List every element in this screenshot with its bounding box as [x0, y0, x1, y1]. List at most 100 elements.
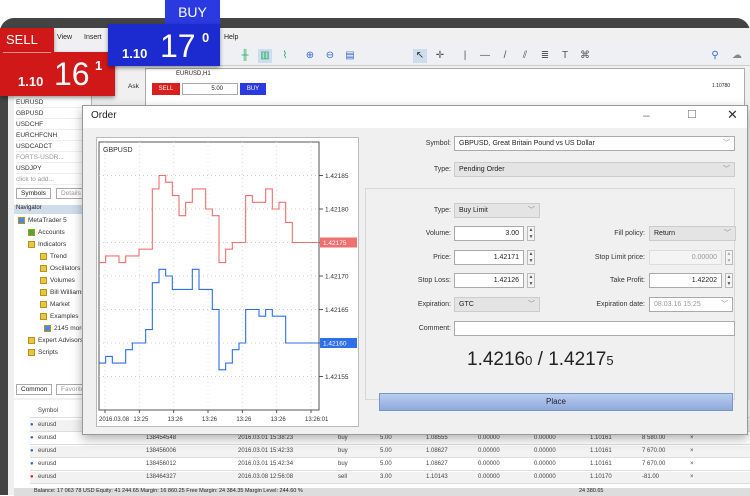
place-button[interactable]: Place	[379, 393, 733, 411]
nav-label: Oscillators	[50, 265, 81, 273]
table-cell: 2016.03.01 15:38:23	[238, 435, 294, 441]
table-cell: 5.00	[380, 448, 392, 454]
one-click-buy-button[interactable]: BUY	[240, 83, 266, 95]
expiration-date-picker[interactable]: 08.03.16 15:25 ﹀	[649, 297, 733, 312]
symbol-row[interactable]: USDCADCT	[16, 141, 90, 152]
nav-scripts[interactable]: Scripts	[28, 349, 58, 356]
zoom-out-icon[interactable]: ⊖	[323, 49, 337, 63]
one-click-sell-button[interactable]: SELL	[152, 83, 180, 95]
nav-label: Market	[50, 301, 70, 309]
chevron-down-icon: ﹀	[721, 301, 728, 308]
sell-body[interactable]: 1.10 16 1	[0, 52, 115, 96]
symbol-row[interactable]: USDCHF	[16, 119, 90, 130]
bar-chart-icon[interactable]: ╫	[238, 49, 252, 63]
dialog-titlebar: Order – ☐ ✕	[83, 106, 747, 128]
tick-chart: GBPUSD 1.42155 1.42160 1.42165 1.42170 1.4217…	[96, 137, 359, 427]
one-click-buy-panel[interactable]: 1.10 17 0	[108, 24, 220, 66]
horizontal-line-icon[interactable]: —	[478, 49, 492, 63]
tab-common[interactable]: Common	[16, 384, 53, 395]
symbol-row[interactable]: EURCHFCNH	[16, 130, 90, 141]
nav-volumes[interactable]: Volumes	[40, 277, 75, 284]
table-row[interactable]: ● eurusd 138464327 2016.03.08 12:56:08 sell 3…	[30, 472, 750, 484]
background-chart[interactable]: EURUSD,H1 SELL 5.00 BUY 1.10780	[145, 68, 745, 108]
vertical-line-icon[interactable]: |	[458, 49, 472, 63]
nav-indicators[interactable]: Indicators	[28, 241, 66, 248]
chat-icon[interactable]: ☁	[730, 49, 744, 63]
nav-expert-advisors[interactable]: Expert Advisors	[28, 337, 83, 344]
close-position-icon[interactable]: ×	[690, 461, 694, 467]
add-symbol[interactable]: click to add...	[16, 174, 90, 185]
price-stepper[interactable]: ▲ ▼	[527, 250, 535, 265]
crosshair-icon[interactable]: ✛	[433, 49, 447, 63]
table-cell: eurusd	[38, 448, 57, 454]
table-row[interactable]: ● eurusd 138456006 2016.03.01 15:42:33 buy 5.…	[30, 446, 750, 458]
table-cell: 1.10161	[590, 435, 612, 441]
sell-header[interactable]: SELL	[0, 28, 54, 53]
nav-trend[interactable]: Trend	[40, 253, 67, 260]
nav-accounts[interactable]: Accounts	[28, 229, 65, 236]
x-tick-label: 13:26:01	[305, 417, 329, 423]
price-input[interactable]: 1.42171	[454, 250, 524, 265]
nav-oscillators[interactable]: Oscillators	[40, 265, 80, 272]
nav-market[interactable]: Market	[40, 301, 70, 308]
close-position-icon[interactable]: ×	[690, 448, 694, 454]
column-symbol[interactable]: Symbol	[38, 408, 58, 414]
stop-limit-input[interactable]: 0.00000	[649, 250, 722, 265]
order-type-label: Type:	[433, 207, 451, 214]
take-profit-stepper[interactable]: ▲ ▼	[725, 273, 733, 288]
table-cell: 0.00000	[534, 435, 556, 441]
tile-icon[interactable]: ▤	[343, 49, 357, 63]
minimize-icon[interactable]: –	[643, 108, 650, 122]
total-profit: 24 380.65	[579, 488, 604, 494]
maximize-icon[interactable]: ☐	[687, 108, 697, 121]
table-row[interactable]: ● eurusd 138456012 2016.03.01 15:42:34 buy 5.…	[30, 459, 750, 471]
table-cell: 1.10161	[590, 448, 612, 454]
take-profit-input[interactable]: 1.42202	[649, 273, 722, 288]
zoom-in-icon[interactable]: ⊕	[303, 49, 317, 63]
one-click-sell-panel[interactable]: SELL 1.10 16 1	[0, 28, 115, 96]
close-icon[interactable]: ✕	[727, 107, 738, 123]
nav-label: Indicators	[38, 241, 67, 249]
symbol-row[interactable]: USDJPY	[16, 163, 90, 174]
price-separator: /	[532, 349, 549, 370]
nav-examples[interactable]: Examples	[40, 313, 79, 320]
fill-policy-select[interactable]: Return ﹀	[649, 226, 736, 241]
table-cell: 138454548	[146, 435, 177, 441]
volume-input[interactable]: 3.00	[454, 226, 524, 241]
search-icon[interactable]: ⚲	[708, 49, 722, 63]
stop-limit-stepper[interactable]: ▲ ▼	[725, 250, 733, 265]
stop-loss-input[interactable]: 1.42126	[454, 273, 524, 288]
cursor-icon[interactable]: ↖	[413, 49, 427, 63]
nav-bill-williams[interactable]: Bill Williams	[40, 289, 85, 296]
nav-metatrader[interactable]: MetaTrader 5	[18, 217, 67, 224]
volume-stepper[interactable]: ▲ ▼	[527, 226, 535, 241]
trendline-icon[interactable]: /	[498, 49, 512, 63]
stop-loss-stepper[interactable]: ▲ ▼	[527, 273, 535, 288]
y-tick-label: 1.42185	[325, 173, 349, 180]
close-position-icon[interactable]: ×	[690, 474, 694, 480]
order-type-select[interactable]: Buy Limit ﹀	[454, 203, 540, 218]
fibonacci-icon[interactable]: ≣	[538, 49, 552, 63]
tab-symbols[interactable]: Symbols	[16, 188, 51, 199]
one-click-volume-input[interactable]: 5.00	[182, 83, 238, 95]
candle-chart-icon[interactable]: ▥	[258, 49, 272, 63]
line-chart-icon[interactable]: ⌇	[278, 49, 292, 63]
expiration-select[interactable]: GTC ﹀	[454, 297, 540, 312]
ask-price: 1.4217	[548, 349, 607, 370]
symbol-row[interactable]: FORTS-USDR...	[16, 152, 90, 163]
type-select[interactable]: Pending Order ﹀	[454, 162, 735, 177]
text-icon[interactable]: T	[558, 49, 572, 63]
nav-label: Scripts	[38, 349, 58, 357]
plot-area	[98, 141, 320, 411]
comment-input[interactable]	[454, 321, 735, 336]
symbol-row[interactable]: EURUSD	[16, 97, 90, 108]
shapes-icon[interactable]: ⌘	[578, 49, 592, 63]
symbol-select[interactable]: GBPUSD, Great Britain Pound vs US Dollar…	[454, 136, 735, 151]
buy-label[interactable]: BUY	[165, 0, 220, 26]
navigator-title: Navigator	[14, 205, 92, 214]
close-position-icon[interactable]: ×	[690, 435, 694, 441]
table-cell: 1.10161	[590, 461, 612, 467]
symbol-row[interactable]: GBPUSD	[16, 108, 90, 119]
channel-icon[interactable]: ⫽	[518, 49, 532, 63]
table-cell: eurusd	[38, 435, 57, 441]
